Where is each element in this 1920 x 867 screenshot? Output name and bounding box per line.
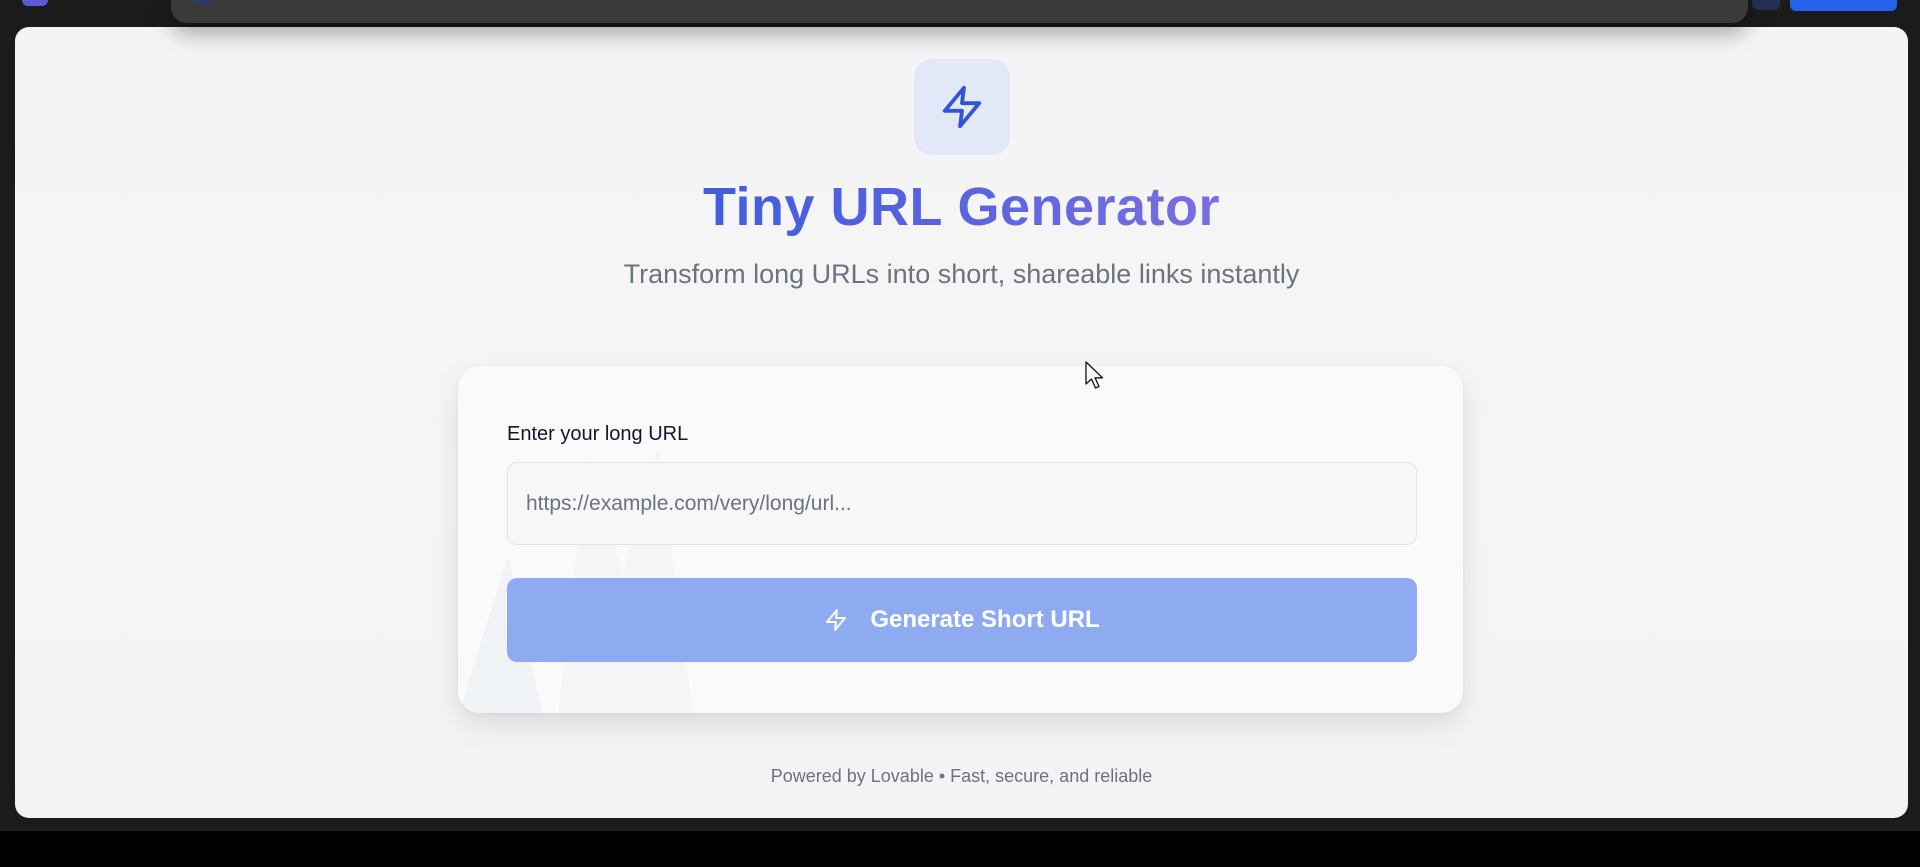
url-form-card: Enter your long URL Generate Short URL [458, 366, 1463, 713]
page-subtitle: Transform long URLs into short, shareabl… [623, 259, 1300, 289]
long-url-input[interactable] [507, 462, 1417, 545]
app-logo-icon[interactable] [22, 0, 48, 6]
lightning-bolt-icon [942, 85, 982, 129]
page-content: Tiny URL Generator Transform long URLs i… [15, 27, 1908, 818]
mouse-cursor-icon [1085, 361, 1104, 389]
hero-icon-tile [914, 59, 1010, 155]
page-title-text: Tiny URL Generator [702, 177, 1221, 237]
generate-short-url-button[interactable]: Generate Short URL [507, 578, 1417, 662]
page-title: Tiny URL Generator [15, 175, 1908, 239]
toolbar-chip[interactable] [193, 0, 211, 4]
toolbar-secondary-button[interactable] [1752, 0, 1780, 10]
generate-button-label: Generate Short URL [870, 606, 1100, 633]
browser-top-toolbar [171, 0, 1748, 23]
toolbar-primary-button[interactable] [1790, 0, 1897, 11]
lightning-bolt-icon [826, 609, 847, 631]
url-input-label: Enter your long URL [507, 423, 689, 445]
footer-text: Powered by Lovable • Fast, secure, and r… [770, 766, 1153, 786]
